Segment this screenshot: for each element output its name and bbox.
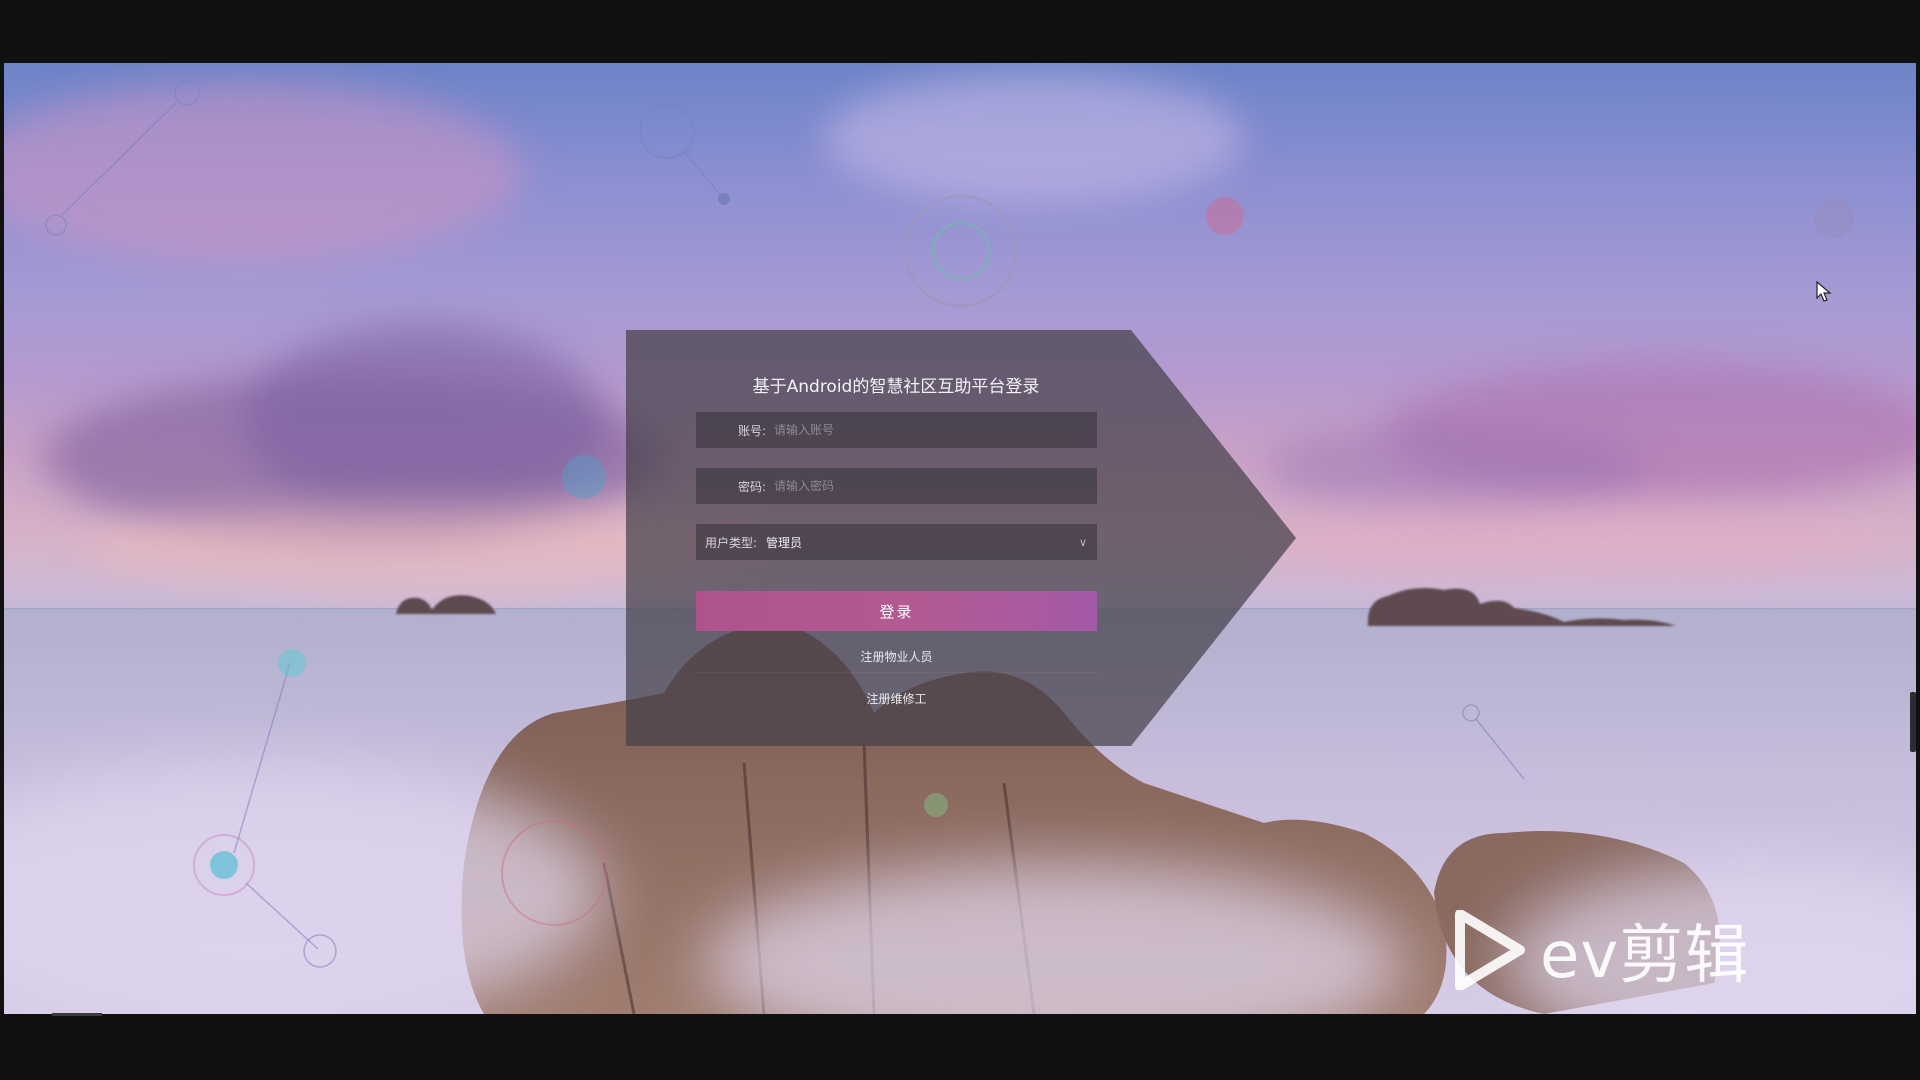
register-repair-link[interactable]: 注册维修工 bbox=[696, 690, 1097, 707]
scrollbar-thumb[interactable] bbox=[1910, 692, 1916, 752]
password-label: 密码: bbox=[737, 479, 766, 494]
user-type-value: 管理员 bbox=[766, 535, 803, 550]
account-label: 账号: bbox=[737, 423, 766, 438]
user-type-select[interactable]: 用户类型: 管理员 ∨ bbox=[696, 524, 1097, 560]
watermark: ev剪辑 bbox=[1454, 908, 1814, 993]
watermark-text: ev剪辑 bbox=[1540, 919, 1750, 993]
account-input[interactable] bbox=[772, 422, 1097, 438]
window-edge-mark bbox=[52, 1013, 102, 1016]
register-property-link[interactable]: 注册物业人员 bbox=[696, 648, 1097, 665]
chevron-down-icon[interactable]: ∨ bbox=[1069, 536, 1097, 549]
account-field[interactable]: 账号: bbox=[696, 412, 1097, 448]
login-title: 基于Android的智慧社区互助平台登录 bbox=[752, 377, 1040, 397]
user-type-label: 用户类型: bbox=[704, 535, 758, 550]
password-field[interactable]: 密码: bbox=[696, 468, 1097, 504]
desktop-viewport: 基于Android的智慧社区互助平台登录 账号: 密码: 用户类型: 管理员 ∨… bbox=[4, 63, 1916, 1014]
login-button[interactable]: 登录 bbox=[696, 591, 1097, 631]
play-logo-icon bbox=[1455, 910, 1525, 990]
password-input[interactable] bbox=[772, 478, 1097, 494]
cursor-icon bbox=[1816, 281, 1832, 302]
link-divider bbox=[696, 672, 1097, 673]
